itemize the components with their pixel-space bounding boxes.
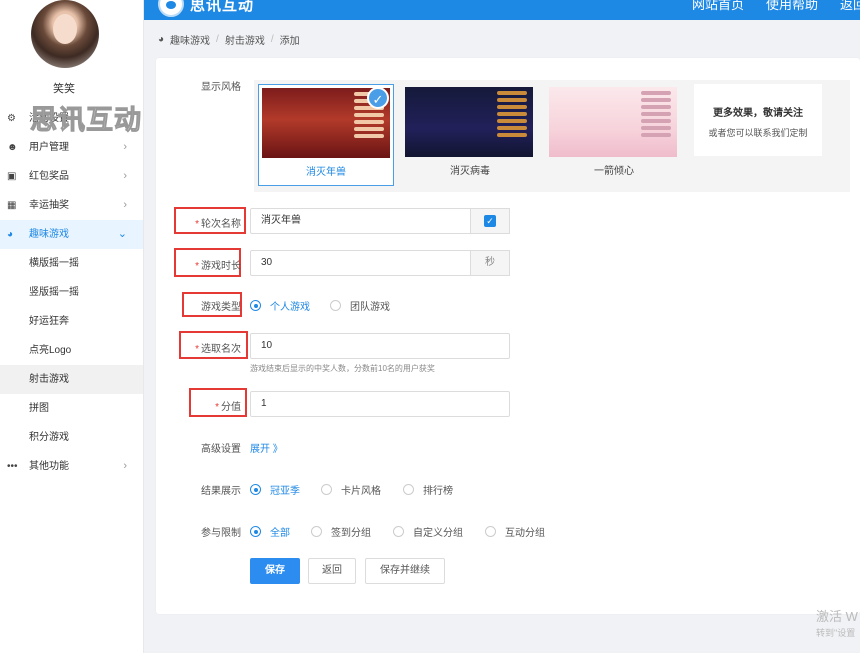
breadcrumb: ◕ 趣味游戏 / 射击游戏 / 添加 (158, 32, 300, 47)
radio-limit-all[interactable]: 全部 (250, 524, 290, 539)
save-continue-button[interactable]: 保存并继续 (365, 558, 445, 584)
windows-activation-text: 激活 W (816, 609, 858, 624)
result-display-label: 结果展示 (201, 486, 241, 497)
watermark-text: 思讯互动 (30, 105, 142, 136)
chevron-right-icon: › (123, 199, 127, 211)
chevron-down-icon: ⌄ (117, 228, 127, 240)
game-icon: ◕ (7, 229, 14, 240)
radio-limit-custom-group[interactable]: 自定义分组 (393, 524, 463, 539)
windows-activation-subtext: 转到"设置 (816, 628, 856, 638)
brand-logo-icon (158, 0, 184, 17)
round-name-checkbox-addon[interactable]: ✓ (470, 208, 510, 234)
sidebar-item-puzzle[interactable]: 拼图 (0, 394, 143, 423)
style-picker: ✓ 消灭年兽 消灭病毒 一箭倾心 更多效果，敬请关注 或者您可以联系我们定制 (254, 80, 850, 192)
sidebar-item-user-management[interactable]: ☻ 用户管理 › (0, 133, 143, 162)
sidebar-item-lottery[interactable]: ▦ 幸运抽奖 › (0, 191, 143, 220)
save-button[interactable]: 保存 (250, 558, 300, 584)
sidebar-item-red-packets[interactable]: ▣ 红包奖品 › (0, 162, 143, 191)
radio-podium[interactable]: 冠亚季 (250, 482, 300, 497)
link-help[interactable]: 使用帮助 (766, 0, 818, 13)
sidebar-item-other-functions[interactable]: ••• 其他功能 › (0, 452, 143, 481)
duration-input[interactable]: 30 秒 (250, 250, 510, 276)
radio-limit-interactive-group[interactable]: 互动分组 (485, 524, 545, 539)
brand-name: 思讯互动 (190, 0, 255, 14)
gear-icon: ⚙ (7, 113, 16, 124)
expand-advanced-link[interactable]: 展开 》 (250, 440, 283, 455)
round-name-input[interactable]: 消灭年兽 ✓ (250, 208, 510, 234)
gift-icon: ▣ (7, 171, 17, 182)
sidebar-item-lucky-run[interactable]: 好运狂奔 (0, 307, 143, 336)
top-links: 网站首页 使用帮助 返回 (692, 0, 860, 13)
sidebar-item-vertical-shake[interactable]: 竖版摇一摇 (0, 278, 143, 307)
radio-leaderboard[interactable]: 排行榜 (403, 482, 453, 497)
style-thumbnail (549, 87, 677, 157)
style-option-nian-beast[interactable]: ✓ 消灭年兽 (258, 84, 394, 186)
sidebar-item-shooting-game[interactable]: 射击游戏 (0, 365, 143, 394)
link-back[interactable]: 返回 (840, 0, 860, 13)
lottery-icon: ▦ (7, 200, 17, 211)
rank-hint: 游戏结束后显示的中奖人数，分数前10名的用户获奖 (250, 364, 435, 373)
breadcrumb-current: 添加 (279, 36, 300, 47)
round-name-label: * 轮次名称 (195, 219, 241, 230)
top-bar: 思讯互动 网站首页 使用帮助 返回 (144, 0, 860, 20)
style-label: 显示风格 (201, 82, 241, 93)
style-option-virus[interactable]: 消灭病毒 (402, 84, 538, 186)
user-icon: ☻ (7, 142, 18, 153)
breadcrumb-item[interactable]: 射击游戏 (225, 32, 265, 47)
avatar[interactable] (31, 0, 99, 68)
score-label: * 分值 (215, 402, 241, 413)
style-option-arrow-heart[interactable]: 一箭倾心 (546, 84, 682, 186)
more-styles-card: 更多效果，敬请关注 或者您可以联系我们定制 (694, 84, 822, 156)
game-type-label: 游戏类型 (201, 302, 241, 313)
rank-input[interactable]: 10 (250, 333, 510, 359)
sidebar-item-fun-games[interactable]: ◕ 趣味游戏 ⌄ (0, 220, 143, 249)
advanced-settings-label: 高级设置 (201, 444, 241, 455)
radio-limit-checkin-group[interactable]: 签到分组 (311, 524, 371, 539)
back-button[interactable]: 返回 (308, 558, 356, 584)
sidebar-item-points-game[interactable]: 积分游戏 (0, 423, 143, 452)
game-icon: ◕ (158, 34, 165, 45)
rank-label: * 选取名次 (195, 344, 241, 355)
checkbox-checked-icon: ✓ (484, 215, 496, 227)
more-icon: ••• (7, 461, 18, 472)
radio-team-game[interactable]: 团队游戏 (330, 298, 390, 313)
selected-check-icon: ✓ (367, 87, 389, 109)
style-thumbnail (405, 87, 533, 157)
participation-limit-label: 参与限制 (201, 528, 241, 539)
score-input[interactable]: 1 (250, 391, 510, 417)
radio-individual-game[interactable]: 个人游戏 (250, 298, 310, 313)
chevron-right-icon: › (123, 170, 127, 182)
duration-label: * 游戏时长 (195, 261, 241, 272)
sidebar-item-horizontal-shake[interactable]: 横版摇一摇 (0, 249, 143, 278)
duration-unit: 秒 (470, 250, 510, 276)
chevron-right-icon: › (123, 141, 127, 153)
chevron-right-icon: › (123, 460, 127, 472)
radio-card-style[interactable]: 卡片风格 (321, 482, 381, 497)
breadcrumb-item[interactable]: 趣味游戏 (170, 32, 210, 47)
sidebar-menu: ⚙ 活动设置 ☻ 用户管理 › ▣ 红包奖品 › ▦ 幸运抽奖 › ◕ 趣味游戏 ⌄ 横版摇一摇 … (0, 104, 143, 481)
username: 笑笑 (53, 83, 75, 95)
link-home[interactable]: 网站首页 (692, 0, 744, 13)
sidebar-item-light-logo[interactable]: 点亮Logo (0, 336, 143, 365)
